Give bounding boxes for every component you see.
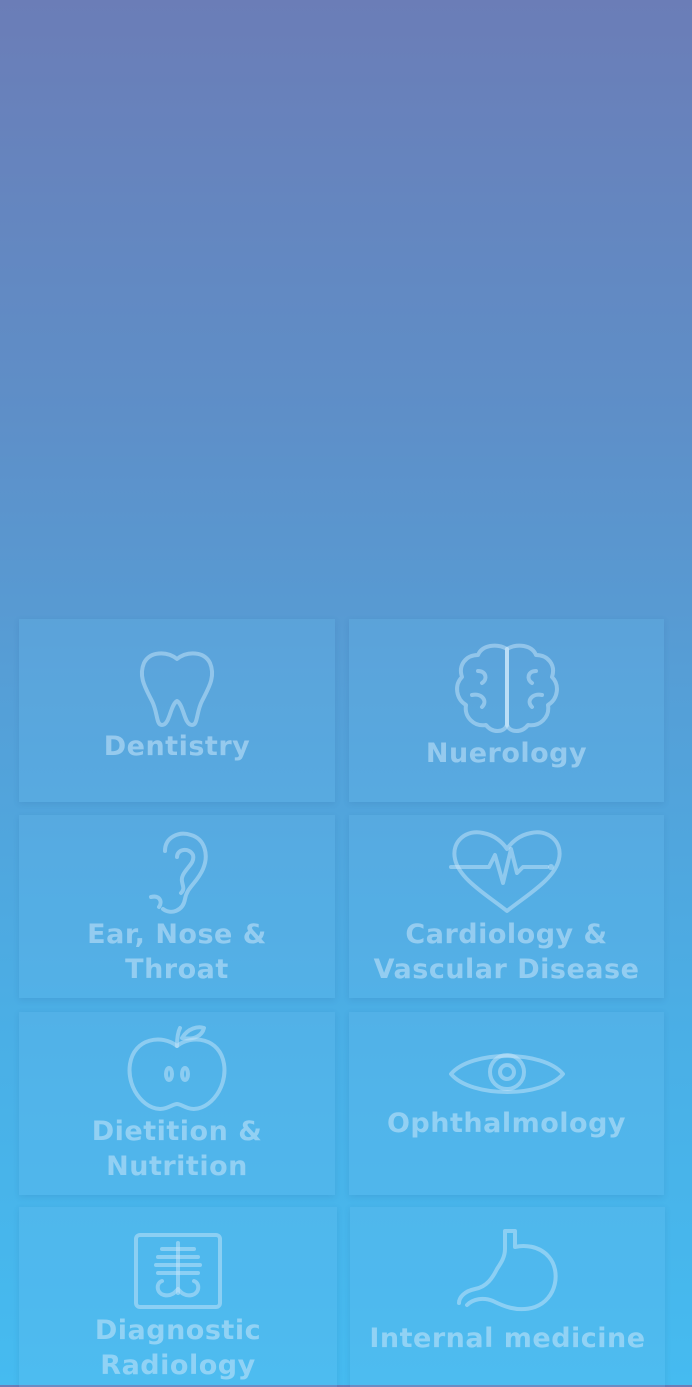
specialty-label: Cardiology & Vascular Disease (373, 919, 640, 985)
specialty-label: Dietition & Nutrition (91, 1116, 263, 1182)
specialty-tile-nutrition[interactable]: Dietition & Nutrition (19, 1012, 335, 1195)
ear-icon (117, 827, 237, 917)
specialty-tile-radiology[interactable]: Diagnostic Radiology (19, 1207, 337, 1387)
specialty-tile-ophthalmology[interactable]: Ophthalmology (349, 1012, 664, 1195)
specialty-tile-cardiology[interactable]: Cardiology & Vascular Disease (349, 815, 664, 998)
specialty-label: Ophthalmology (386, 1108, 627, 1139)
brain-icon (447, 641, 567, 736)
eye-icon (447, 1048, 567, 1100)
specialty-tile-ent[interactable]: Ear, Nose & Throat (19, 815, 335, 998)
stomach-icon (448, 1227, 568, 1317)
specialty-label: Diagnostic Radiology (94, 1315, 262, 1381)
specialty-label: Internal medicine (369, 1323, 646, 1354)
specialty-label: Nuerology (425, 738, 588, 769)
heart-pulse-icon (447, 827, 567, 917)
specialty-tile-internal-medicine[interactable]: Internal medicine (350, 1207, 665, 1387)
apple-icon (117, 1024, 237, 1114)
specialty-tile-neurology[interactable]: Nuerology (349, 619, 664, 802)
tooth-icon (117, 649, 237, 729)
specialty-label: Ear, Nose & Throat (87, 919, 267, 985)
specialty-label: Dentistry (103, 731, 251, 762)
specialty-tile-dentistry[interactable]: Dentistry (19, 619, 335, 802)
xray-icon (118, 1229, 238, 1313)
